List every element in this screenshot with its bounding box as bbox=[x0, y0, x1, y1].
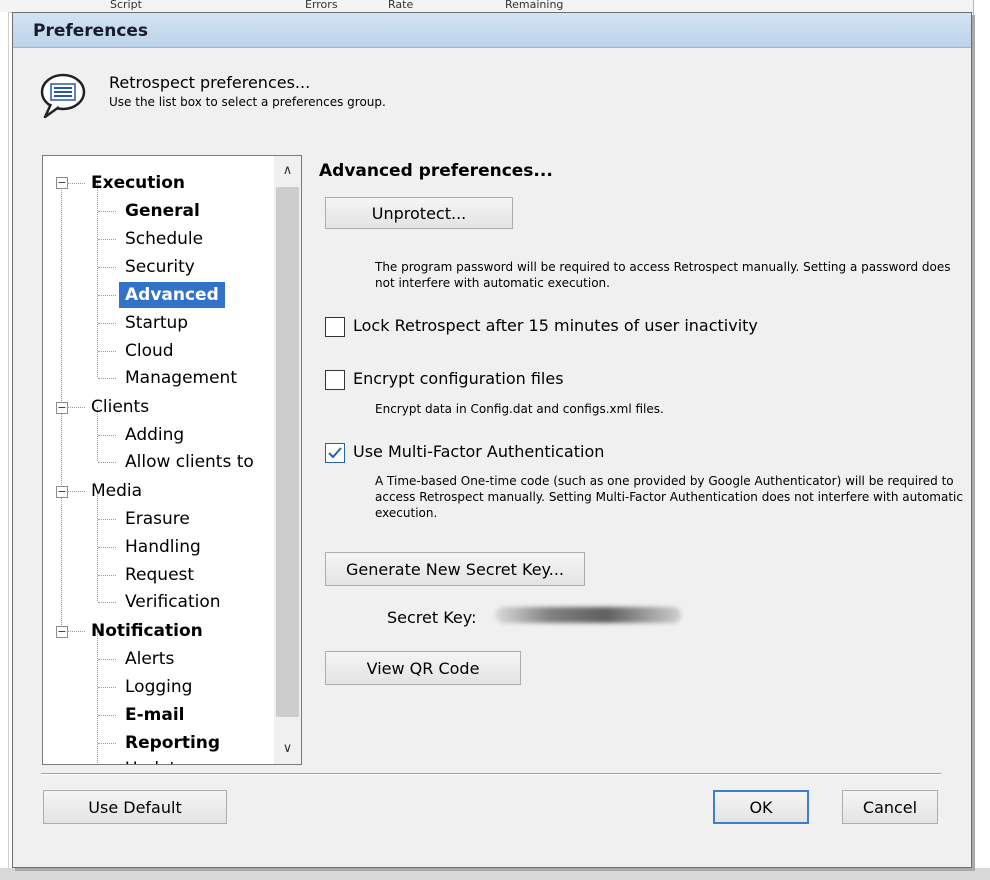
tree-group-notification[interactable]: Notification bbox=[91, 617, 203, 645]
view-qr-code-button[interactable]: View QR Code bbox=[325, 651, 521, 685]
tree-item-adding[interactable]: Adding bbox=[125, 421, 184, 449]
scroll-thumb[interactable] bbox=[276, 187, 299, 717]
background-app-edge bbox=[0, 868, 990, 880]
tree-item-request[interactable]: Request bbox=[125, 561, 194, 589]
tree-group-execution[interactable]: Execution bbox=[91, 169, 185, 197]
collapse-notification-icon[interactable]: − bbox=[56, 626, 68, 638]
collapse-media-icon[interactable]: − bbox=[56, 486, 68, 498]
bg-column-header: Rate bbox=[388, 0, 414, 11]
tree-item-handling[interactable]: Handling bbox=[125, 533, 201, 561]
encrypt-label[interactable]: Encrypt configuration files bbox=[353, 369, 564, 388]
secret-key-value-redacted bbox=[495, 607, 681, 623]
tree-line bbox=[97, 491, 98, 601]
ok-button[interactable]: OK bbox=[713, 790, 809, 824]
tree-item-email[interactable]: E-mail bbox=[125, 701, 185, 729]
tree-group-media[interactable]: Media bbox=[91, 477, 142, 505]
background-app-edge bbox=[973, 0, 990, 880]
mfa-checkbox[interactable] bbox=[325, 443, 345, 463]
tree-item-startup[interactable]: Startup bbox=[125, 309, 188, 337]
preferences-tree[interactable]: − Execution General Schedule Security Ad… bbox=[42, 155, 302, 765]
secret-key-label: Secret Key: bbox=[387, 608, 477, 627]
tree-item-schedule[interactable]: Schedule bbox=[125, 225, 203, 253]
bg-column-header: Errors bbox=[305, 0, 338, 11]
speech-bubble-icon bbox=[39, 71, 89, 121]
divider bbox=[41, 773, 941, 775]
header-subtitle: Use the list box to select a preferences… bbox=[109, 95, 386, 109]
unprotect-button[interactable]: Unprotect... bbox=[325, 197, 513, 229]
encrypt-description: Encrypt data in Config.dat and configs.x… bbox=[375, 402, 664, 416]
lock-label[interactable]: Lock Retrospect after 15 minutes of user… bbox=[353, 316, 758, 335]
tree-scrollbar[interactable]: ∧ ∨ bbox=[274, 156, 301, 764]
tree-item-updates[interactable]: Updates bbox=[125, 755, 195, 764]
tree-line bbox=[97, 183, 98, 377]
tree-item-advanced[interactable]: Advanced bbox=[119, 282, 225, 308]
tree-item-security[interactable]: Security bbox=[125, 253, 195, 281]
background-app-edge bbox=[0, 12, 9, 880]
bg-column-header: Script bbox=[110, 0, 142, 11]
tree-item-logging[interactable]: Logging bbox=[125, 673, 192, 701]
window-title: Preferences bbox=[33, 21, 149, 41]
tree-group-clients[interactable]: Clients bbox=[91, 393, 149, 421]
mfa-description: A Time-based One-time code (such as one … bbox=[375, 474, 963, 520]
cancel-button[interactable]: Cancel bbox=[842, 790, 938, 824]
tree-item-erasure[interactable]: Erasure bbox=[125, 505, 190, 533]
title-bar[interactable]: Preferences bbox=[13, 13, 971, 48]
encrypt-checkbox[interactable] bbox=[325, 370, 345, 390]
use-default-button[interactable]: Use Default bbox=[43, 790, 227, 824]
tree-item-allow-clients[interactable]: Allow clients to bbox=[125, 448, 254, 476]
bg-column-header: Remaining bbox=[505, 0, 564, 11]
tree-item-general[interactable]: General bbox=[125, 197, 200, 225]
unprotect-description: The program password will be required to… bbox=[375, 260, 951, 290]
lock-checkbox[interactable] bbox=[325, 317, 345, 337]
generate-secret-key-button[interactable]: Generate New Secret Key... bbox=[325, 552, 585, 586]
tree-item-management[interactable]: Management bbox=[125, 364, 237, 392]
mfa-label[interactable]: Use Multi-Factor Authentication bbox=[353, 442, 604, 461]
scroll-down-icon[interactable]: ∨ bbox=[274, 734, 301, 764]
header-title: Retrospect preferences... bbox=[109, 73, 311, 92]
scroll-up-icon[interactable]: ∧ bbox=[274, 156, 301, 186]
collapse-clients-icon[interactable]: − bbox=[56, 402, 68, 414]
tree-item-alerts[interactable]: Alerts bbox=[125, 645, 174, 673]
tree-item-verification[interactable]: Verification bbox=[125, 588, 221, 616]
tree-item-reporting[interactable]: Reporting bbox=[125, 729, 220, 757]
tree-item-cloud[interactable]: Cloud bbox=[125, 337, 174, 365]
tree-line bbox=[97, 631, 98, 764]
preferences-dialog: Preferences Retrospect preferences... Us… bbox=[12, 12, 972, 868]
panel-title: Advanced preferences... bbox=[319, 161, 553, 181]
checkmark-icon bbox=[328, 447, 342, 459]
